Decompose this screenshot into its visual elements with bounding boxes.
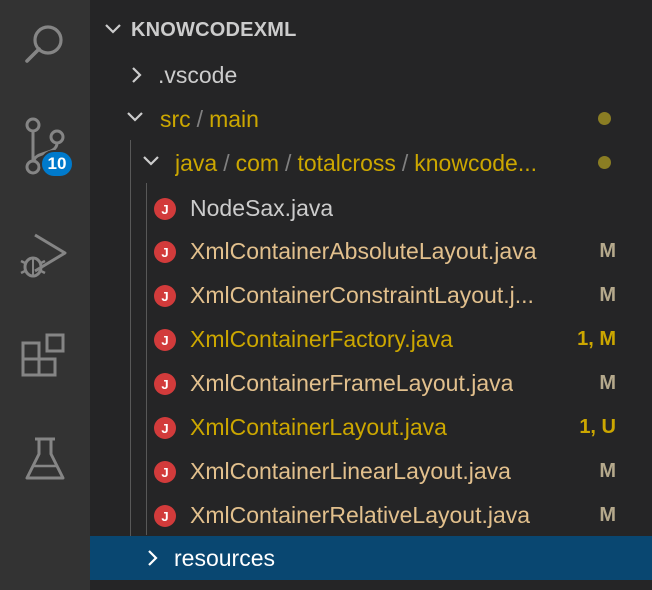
vscode-window: 10 KNOWCODEXML .vscode src / main java /… <box>0 0 652 590</box>
java-file-icon: J <box>154 285 176 307</box>
tree-folder-vscode[interactable]: .vscode <box>90 53 652 97</box>
java-file-icon: J <box>154 198 176 220</box>
java-file-icon: J <box>154 417 176 439</box>
tree-file[interactable]: J XmlContainerFactory.java 1, M <box>90 317 652 361</box>
java-file-icon: J <box>154 505 176 527</box>
path-separator: / <box>196 106 204 132</box>
java-file-icon: J <box>154 241 176 263</box>
extensions-icon <box>21 333 65 377</box>
explorer-section-header[interactable]: KNOWCODEXML <box>90 8 652 52</box>
path-separator: / <box>223 150 230 176</box>
chevron-down-icon <box>105 24 121 34</box>
file-status: 1, M <box>577 328 616 350</box>
tree-file[interactable]: J XmlContainerFrameLayout.java M <box>90 361 652 405</box>
file-status: M <box>599 240 616 262</box>
file-status: 1, U <box>579 416 616 438</box>
activity-run-debug[interactable] <box>0 210 90 300</box>
activity-testing[interactable] <box>0 415 90 505</box>
search-icon <box>25 25 63 63</box>
folder-label: src / main <box>160 106 259 132</box>
path-segment: com <box>235 150 280 176</box>
activity-bar: 10 <box>0 0 90 590</box>
path-segment: main <box>209 106 259 132</box>
path-segment: totalcross <box>297 150 396 176</box>
file-label: XmlContainerFrameLayout.java <box>190 370 514 396</box>
chevron-right-icon <box>148 550 158 566</box>
debug-icon <box>20 233 67 278</box>
chevron-right-icon <box>132 67 142 83</box>
activity-extensions[interactable] <box>0 310 90 400</box>
file-status: M <box>599 372 616 394</box>
folder-label: java / com / totalcross / knowcode... <box>175 150 585 176</box>
chevron-down-icon <box>127 112 143 122</box>
folder-label: resources <box>174 545 275 571</box>
explorer-sidebar: KNOWCODEXML .vscode src / main java / com / to… <box>90 0 652 590</box>
path-segment: knowcode... <box>414 150 538 176</box>
folder-status-dot <box>598 112 611 125</box>
tree-file[interactable]: J XmlContainerAbsoluteLayout.java M <box>90 229 652 273</box>
tree-file[interactable]: J XmlContainerLinearLayout.java M <box>90 449 652 493</box>
path-separator: / <box>285 150 292 176</box>
activity-search[interactable] <box>0 0 90 90</box>
flask-icon <box>25 437 65 480</box>
java-file-icon: J <box>154 461 176 483</box>
path-separator: / <box>401 150 409 176</box>
path-segment: java <box>175 150 218 176</box>
java-file-icon: J <box>154 373 176 395</box>
path-segment: src <box>160 106 191 132</box>
folder-status-dot <box>598 156 611 169</box>
file-label: XmlContainerRelativeLayout.java <box>190 502 531 528</box>
file-status: M <box>599 460 616 482</box>
tree-file[interactable]: J XmlContainerLayout.java 1, U <box>90 405 652 449</box>
tree-file[interactable]: J XmlContainerConstraintLayout.j... M <box>90 273 652 317</box>
file-status: M <box>599 284 616 306</box>
chevron-down-icon <box>143 156 159 166</box>
file-label: XmlContainerLayout.java <box>190 414 447 440</box>
file-label: XmlContainerLinearLayout.java <box>190 458 511 484</box>
tree-file[interactable]: J NodeSax.java <box>90 186 652 230</box>
file-status: M <box>599 504 616 526</box>
source-control-badge: 10 <box>40 150 74 178</box>
file-label: NodeSax.java <box>190 195 334 221</box>
java-file-icon: J <box>154 329 176 351</box>
file-label: XmlContainerFactory.java <box>190 326 453 352</box>
explorer-section-title: KNOWCODEXML <box>131 19 297 41</box>
tree-folder-src-main[interactable]: src / main <box>90 97 652 141</box>
tree-file[interactable]: J XmlContainerRelativeLayout.java M <box>90 493 652 537</box>
file-label: XmlContainerAbsoluteLayout.java <box>190 238 537 264</box>
file-label: XmlContainerConstraintLayout.j... <box>190 282 534 308</box>
tree-folder-java-path[interactable]: java / com / totalcross / knowcode... <box>90 141 652 185</box>
activity-source-control[interactable] <box>0 100 90 190</box>
folder-label: .vscode <box>158 62 238 88</box>
tree-folder-resources[interactable]: resources <box>90 536 652 580</box>
